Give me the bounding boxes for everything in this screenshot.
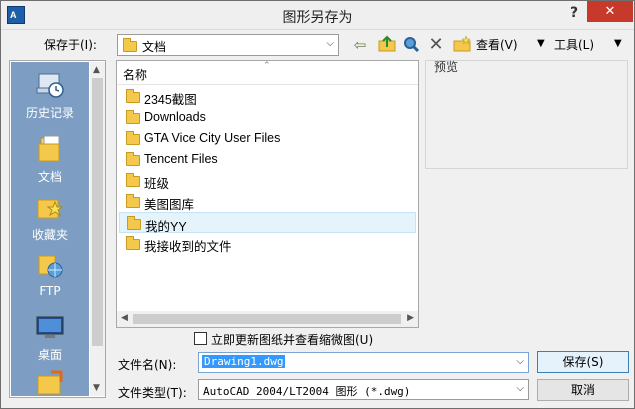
folder-icon (126, 236, 140, 250)
filename-value: Drawing1.dwg (202, 355, 286, 368)
view-dropdown-icon[interactable]: ▼ (537, 38, 545, 49)
place-documents[interactable]: 文档 (11, 134, 89, 185)
list-item[interactable]: 我接收到的文件 (119, 233, 416, 254)
column-header-label: 名称 (123, 68, 148, 82)
place-desktop[interactable]: 桌面 (11, 312, 89, 363)
file-list-hscrollbar[interactable]: ◀ ▶ (117, 311, 418, 327)
place-label: 桌面 (37, 348, 62, 362)
list-item[interactable]: 班级 (119, 170, 416, 191)
preview-box (425, 60, 628, 169)
documents-icon (35, 134, 65, 164)
help-button[interactable]: ? (567, 5, 581, 23)
preview-label: 预览 (434, 60, 459, 74)
favorites-icon (35, 192, 65, 222)
scroll-left-icon[interactable]: ◀ (121, 313, 128, 323)
search-web-icon[interactable] (402, 35, 420, 55)
list-item[interactable]: 美图图库 (119, 191, 416, 212)
folder-icon (126, 131, 140, 145)
places-bar: 历史记录 文档 收藏夹 FTP 桌面 ▲ ▼ (9, 60, 106, 398)
sort-ascending-icon: ⌃ (263, 61, 271, 71)
back-icon[interactable]: ⇦ (351, 35, 369, 55)
desktop-icon (35, 312, 65, 342)
folder-icon (126, 110, 140, 124)
delete-icon[interactable]: ✕ (427, 35, 445, 55)
folder-icon (127, 216, 141, 230)
scroll-right-icon[interactable]: ▶ (407, 313, 414, 323)
title-bar: A 图形另存为 ? ✕ (1, 1, 634, 30)
folder-icon (126, 194, 140, 208)
file-list: 名称 ⌃ 2345截图 Downloads GTA Vice City User… (116, 60, 419, 328)
chevron-down-icon: ⌵ (326, 38, 334, 49)
save-in-combo[interactable]: 文档 ⌵ (117, 34, 339, 56)
chevron-down-icon: ⌵ (516, 383, 524, 394)
filetype-value: AutoCAD 2004/LT2004 图形 (*.dwg) (203, 385, 411, 398)
chevron-down-icon[interactable]: ⌵ (516, 356, 524, 367)
scroll-down-icon[interactable]: ▼ (93, 383, 100, 393)
tools-dropdown-icon[interactable]: ▼ (614, 38, 622, 49)
save-in-value: 文档 (142, 40, 167, 54)
folder-icon (126, 89, 140, 103)
list-item[interactable]: 2345截图 (119, 86, 416, 107)
history-icon (35, 70, 65, 100)
up-folder-icon[interactable] (377, 35, 397, 55)
folder-icon (123, 38, 137, 52)
ftp-icon (35, 250, 65, 280)
filename-label: 文件名(N): (118, 358, 177, 372)
places-list: 历史记录 文档 收藏夹 FTP 桌面 (11, 62, 89, 396)
list-item-selected[interactable]: 我的YY (119, 212, 416, 234)
cancel-button[interactable]: 取消 (537, 379, 629, 401)
filetype-label: 文件类型(T): (118, 386, 187, 400)
folder-icon (35, 368, 65, 397)
list-item[interactable]: GTA Vice City User Files (119, 128, 416, 149)
place-label: FTP (39, 284, 61, 298)
list-item[interactable]: Tencent Files (119, 149, 416, 170)
tools-menu[interactable]: 工具(L) (554, 36, 594, 53)
place-label: 收藏夹 (31, 228, 68, 242)
folder-icon (126, 173, 140, 187)
update-thumbnail-label: 立即更新图纸并查看缩微图(U) (211, 333, 374, 347)
place-history[interactable]: 历史记录 (11, 70, 89, 121)
place-more[interactable] (11, 368, 89, 397)
place-ftp[interactable]: FTP (11, 250, 89, 298)
close-button[interactable]: ✕ (587, 1, 633, 22)
scroll-thumb[interactable] (133, 314, 401, 324)
name-column-header[interactable]: 名称 ⌃ (117, 61, 418, 85)
scroll-thumb[interactable] (92, 78, 103, 346)
filename-input[interactable]: Drawing1.dwg ⌵ (198, 352, 529, 373)
new-folder-icon[interactable] (452, 35, 472, 55)
save-in-label: 保存于(I): (44, 38, 97, 52)
dialog-title: 图形另存为 (282, 10, 353, 26)
scroll-up-icon[interactable]: ▲ (93, 65, 100, 75)
place-label: 历史记录 (25, 106, 74, 120)
folder-icon (126, 152, 140, 166)
places-scrollbar[interactable]: ▲ ▼ (90, 62, 105, 396)
place-favorites[interactable]: 收藏夹 (11, 192, 89, 243)
place-label: 文档 (37, 170, 62, 184)
update-thumbnail-checkbox[interactable] (194, 332, 207, 345)
save-drawing-dialog: A 图形另存为 ? ✕ 保存于(I): 文档 ⌵ ⇦ ✕ 查看(V) ▼ 工具(… (0, 0, 635, 409)
list-item[interactable]: Downloads (119, 107, 416, 128)
save-button[interactable]: 保存(S) (537, 351, 629, 373)
filetype-select[interactable]: AutoCAD 2004/LT2004 图形 (*.dwg) ⌵ (198, 379, 529, 400)
view-menu[interactable]: 查看(V) (476, 36, 518, 53)
